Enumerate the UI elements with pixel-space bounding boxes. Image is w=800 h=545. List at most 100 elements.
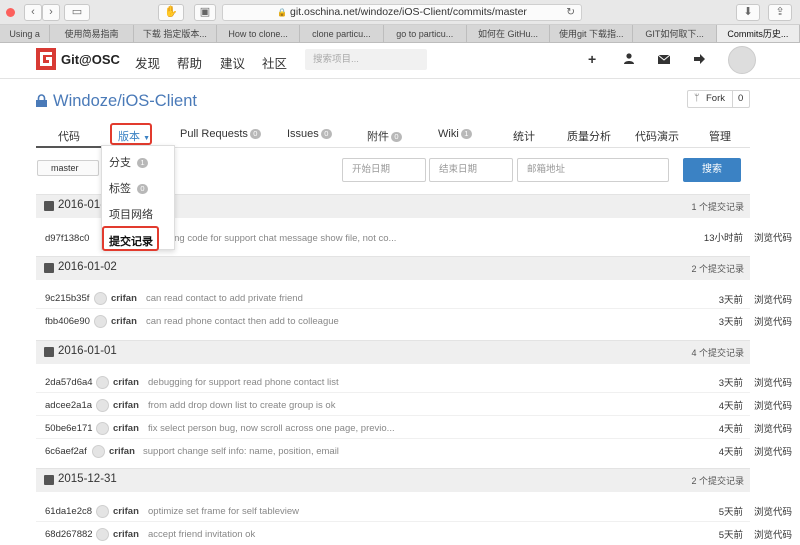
commit-message[interactable]: ing code for support chat message show f… <box>172 233 412 244</box>
commit-author[interactable]: crifan <box>111 293 137 304</box>
browse-code-link[interactable]: 浏览代码 <box>754 375 792 389</box>
commit-count: 1 个提交记录 <box>691 202 744 212</box>
commit-time: 4天前 <box>718 424 743 435</box>
commit-message[interactable]: support change self info: name, position… <box>143 446 563 457</box>
commit-author[interactable]: crifan <box>113 506 139 517</box>
commit-sha[interactable]: 9c215b35f <box>45 293 89 304</box>
browser-tab[interactable]: GIT如何取下... <box>633 25 717 42</box>
back-icon[interactable]: ‹ <box>24 4 42 21</box>
project-title[interactable]: Windoze/iOS-Client <box>53 92 197 111</box>
search-input[interactable]: 搜索项目... <box>305 49 427 70</box>
reader-icon[interactable]: ▣ <box>194 4 216 21</box>
mail-icon[interactable] <box>657 53 671 67</box>
commit-sha[interactable]: 61da1e2c8 <box>45 506 92 517</box>
browser-tab[interactable]: go to particu... <box>384 25 467 42</box>
start-date-input[interactable]: 开始日期 <box>342 158 426 182</box>
nav-help[interactable]: 帮助 <box>177 53 202 72</box>
browser-tab[interactable]: 下载 指定版本... <box>134 25 217 42</box>
browse-code-link[interactable]: 浏览代码 <box>754 527 792 541</box>
browse-code-link[interactable]: 浏览代码 <box>754 314 792 328</box>
close-window-icon[interactable] <box>6 8 15 17</box>
commit-author[interactable]: crifan <box>109 446 135 457</box>
fork-button[interactable]: ᛘ Fork 0 <box>687 90 750 108</box>
url-text: git.oschina.net/windoze/iOS-Client/commi… <box>289 6 527 18</box>
browser-tab[interactable]: 使用git 下载指... <box>550 25 634 42</box>
branch-select[interactable]: master <box>37 160 99 176</box>
commit-sha[interactable]: adcee2a1a <box>45 400 92 411</box>
row-divider <box>36 392 750 393</box>
nav-discover[interactable]: 发现 <box>135 53 160 72</box>
tab-quality[interactable]: 质量分析 <box>567 128 611 144</box>
browse-code-link[interactable]: 浏览代码 <box>754 444 792 458</box>
user-avatar[interactable] <box>728 46 756 74</box>
dropdown-item-branches[interactable]: 分支 1 <box>109 154 148 170</box>
tab-stats[interactable]: 统计 <box>513 128 535 144</box>
dropdown-item-network[interactable]: 项目网络 <box>109 206 153 222</box>
commit-message[interactable]: accept friend invitation ok <box>148 529 568 540</box>
commit-date: 2016-01-01 <box>58 345 117 357</box>
commit-sha[interactable]: 50be6e171 <box>45 423 93 434</box>
end-date-input[interactable]: 结束日期 <box>429 158 513 182</box>
dropdown-item-tags[interactable]: 标签 0 <box>109 180 148 196</box>
commit-count: 2 个提交记录 <box>691 476 744 486</box>
search-button[interactable]: 搜索 <box>683 158 741 182</box>
browse-code-link[interactable]: 浏览代码 <box>754 421 792 435</box>
tab-pull-requests[interactable]: Pull Requests 0 <box>180 128 261 140</box>
tab-attachments[interactable]: 附件 0 <box>367 128 402 144</box>
nav-community[interactable]: 社区 <box>262 53 287 72</box>
avatar <box>96 505 109 518</box>
commit-sha[interactable]: d97f138c0 <box>45 233 89 244</box>
browser-tab[interactable]: 使用简易指南 <box>50 25 134 42</box>
browser-tab[interactable]: How to clone... <box>217 25 301 42</box>
reload-icon[interactable]: ↻ <box>566 5 575 20</box>
tab-admin[interactable]: 管理 <box>709 128 731 144</box>
commit-sha[interactable]: 6c6aef2af <box>45 446 87 457</box>
count-badge: 1 <box>137 158 148 169</box>
calendar-icon <box>44 475 54 485</box>
nav-suggest[interactable]: 建议 <box>220 53 245 72</box>
commit-message[interactable]: from add drop down list to create group … <box>148 400 568 411</box>
commit-message[interactable]: can read phone contact then add to colle… <box>146 316 566 327</box>
commit-message[interactable]: debugging for support read phone contact… <box>148 377 568 388</box>
forward-icon[interactable]: › <box>42 4 60 21</box>
commit-sha[interactable]: fbb406e90 <box>45 316 90 327</box>
sidebar-icon[interactable]: ▭ <box>64 4 90 21</box>
commit-sha[interactable]: 68d267882 <box>45 529 93 540</box>
fork-count: 0 <box>732 91 743 107</box>
commit-author[interactable]: crifan <box>113 423 139 434</box>
signout-icon[interactable] <box>694 53 705 67</box>
commit-time: 4天前 <box>718 401 743 412</box>
browser-tab[interactable]: clone particu... <box>300 25 384 42</box>
commit-message[interactable]: fix select person bug, now scroll across… <box>148 423 568 434</box>
browser-tab[interactable]: 如何在 GitHu... <box>467 25 551 42</box>
commit-author[interactable]: crifan <box>113 529 139 540</box>
commit-message[interactable]: can read contact to add private friend <box>146 293 566 304</box>
tab-code[interactable]: 代码 <box>58 128 80 144</box>
extension-icon[interactable]: ✋ <box>158 4 184 21</box>
commit-author[interactable]: crifan <box>113 400 139 411</box>
commit-message[interactable]: optimize set frame for self tableview <box>148 506 568 517</box>
email-input[interactable]: 邮箱地址 <box>517 158 669 182</box>
browser-tab-active[interactable]: Commits历史... <box>716 25 800 42</box>
browse-code-link[interactable]: 浏览代码 <box>754 504 792 518</box>
user-icon[interactable] <box>624 53 634 67</box>
share-icon[interactable]: ⇪ <box>768 4 792 21</box>
commit-sha[interactable]: 2da57d6a4 <box>45 377 93 388</box>
browser-tab[interactable]: Using a <box>0 25 51 42</box>
download-icon[interactable]: ⬇ <box>736 4 760 21</box>
browse-code-link[interactable]: 浏览代码 <box>754 398 792 412</box>
logo-icon[interactable] <box>36 48 56 70</box>
tab-demo[interactable]: 代码演示 <box>635 128 679 144</box>
commit-time: 5天前 <box>718 530 743 541</box>
count-badge: 0 <box>320 129 332 140</box>
browse-code-link[interactable]: 浏览代码 <box>754 292 792 306</box>
plus-icon[interactable]: + <box>588 51 596 67</box>
tab-issues[interactable]: Issues 0 <box>287 128 332 140</box>
browse-code-link[interactable]: 浏览代码 <box>754 230 792 244</box>
site-logo[interactable]: Git@OSC <box>61 52 120 67</box>
commit-author[interactable]: crifan <box>113 377 139 388</box>
commit-author[interactable]: crifan <box>111 316 137 327</box>
tab-wiki[interactable]: Wiki 1 <box>438 128 472 140</box>
date-header: 2016-01-02 2 个提交记录 <box>36 256 750 280</box>
address-bar[interactable]: 🔒 git.oschina.net/windoze/iOS-Client/com… <box>222 4 582 21</box>
